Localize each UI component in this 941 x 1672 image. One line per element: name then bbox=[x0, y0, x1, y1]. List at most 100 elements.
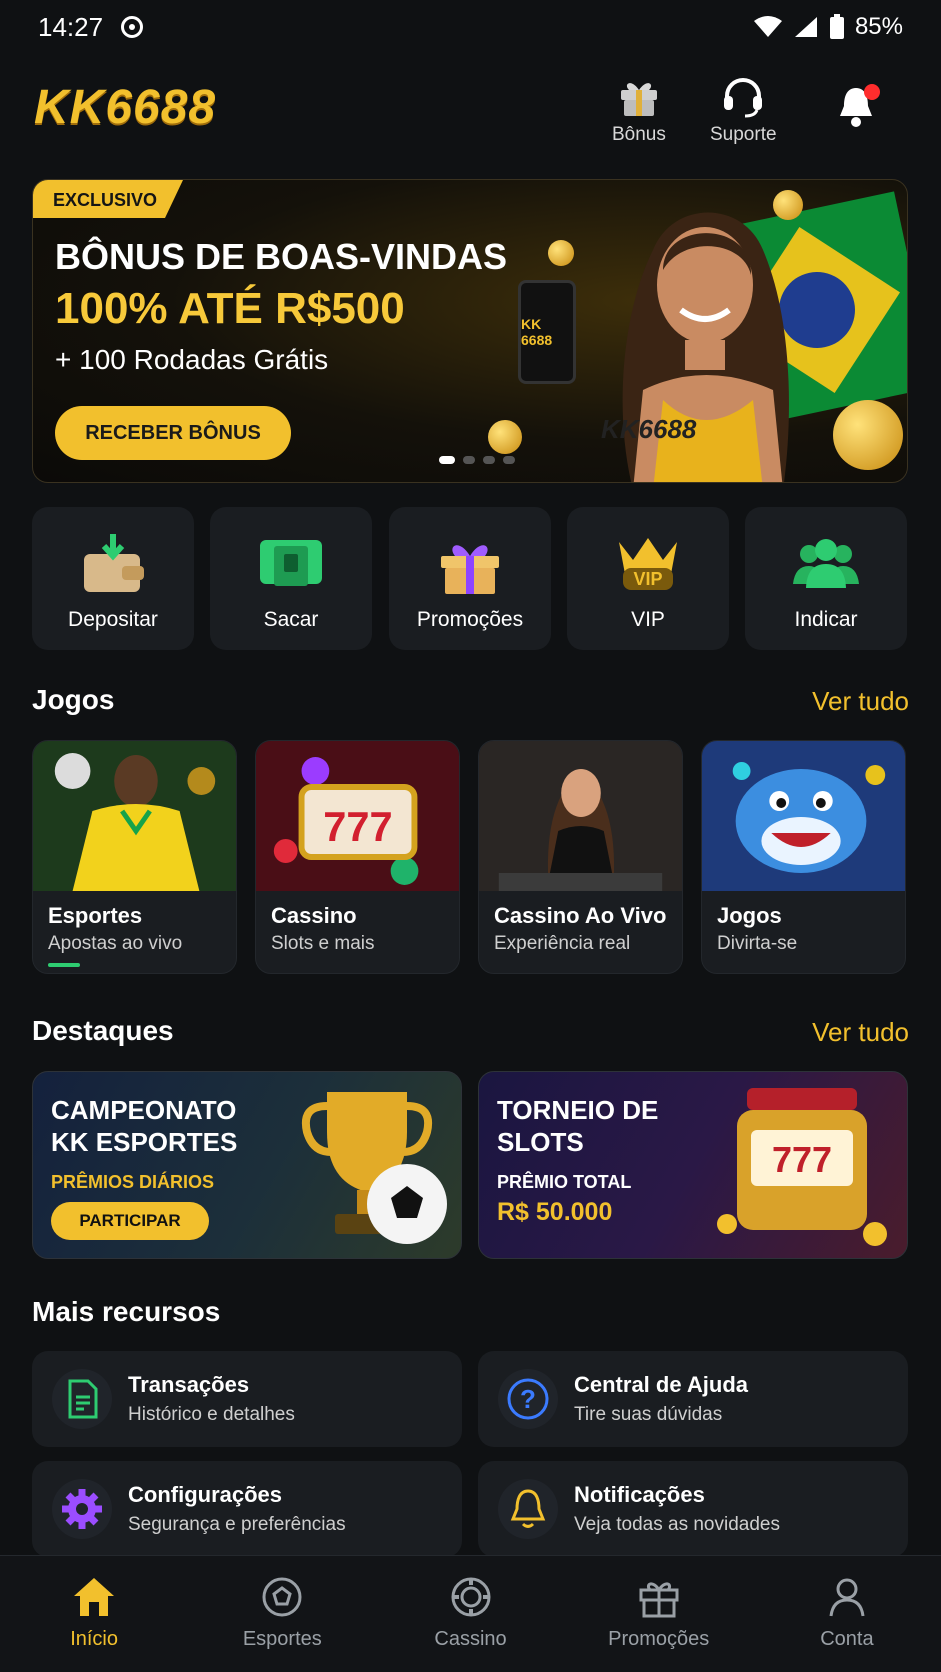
wifi-icon bbox=[753, 16, 782, 37]
game-card-subtitle: Divirta-se bbox=[717, 933, 798, 954]
nav-sports[interactable]: Esportes bbox=[188, 1556, 376, 1672]
bonus-label: Bônus bbox=[612, 124, 666, 145]
brand-logo[interactable]: KK6688 bbox=[34, 80, 216, 135]
support-button[interactable]: Suporte bbox=[710, 76, 777, 146]
svg-text:?: ? bbox=[520, 1384, 536, 1414]
quick-action-label: Promoções bbox=[416, 608, 524, 631]
quick-action-deposit[interactable]: Depositar bbox=[32, 507, 194, 650]
game-card-sports[interactable]: Esportes Apostas ao vivo bbox=[32, 740, 237, 974]
cash-withdraw-icon bbox=[260, 540, 322, 586]
wallet-download-icon bbox=[84, 534, 144, 592]
nav-home[interactable]: Início bbox=[0, 1556, 188, 1672]
resource-subtitle: Histórico e detalhes bbox=[128, 1404, 295, 1425]
claim-bonus-button[interactable]: RECEBER BÔNUS bbox=[55, 406, 291, 460]
more-section-title: Mais recursos bbox=[32, 1296, 221, 1327]
signal-icon bbox=[794, 17, 817, 37]
battery-icon bbox=[829, 14, 844, 39]
hero-title: BÔNUS DE BOAS-VINDAS bbox=[55, 236, 508, 277]
resource-notifications[interactable]: Notificações Veja todas as novidades bbox=[478, 1461, 908, 1557]
resource-subtitle: Tire suas dúvidas bbox=[574, 1404, 723, 1425]
game-card-title: Cassino Ao Vivo bbox=[494, 903, 667, 928]
trophy-ball-image bbox=[302, 1092, 447, 1244]
bottom-navigation: Início Esportes Cassino Promoções Conta bbox=[0, 1555, 941, 1672]
nav-label: Esportes bbox=[242, 1628, 322, 1650]
shirt-logo: KK6688 bbox=[601, 414, 697, 444]
carousel-dot[interactable] bbox=[503, 456, 515, 464]
carousel-dot[interactable] bbox=[483, 456, 495, 464]
resource-title: Configurações bbox=[128, 1482, 283, 1507]
prize-amount: R$ 50.000 bbox=[497, 1198, 613, 1226]
carousel-dot[interactable] bbox=[439, 456, 455, 464]
phone-mockup-image: KK 6688 bbox=[518, 280, 576, 384]
golden-slot-machine-image: 777 bbox=[717, 1088, 887, 1246]
nav-label: Conta bbox=[820, 1628, 874, 1650]
resource-settings[interactable]: Configurações Segurança e preferências bbox=[32, 1461, 462, 1557]
quick-action-vip[interactable]: VIP VIP bbox=[567, 507, 729, 650]
quick-action-promotions[interactable]: Promoções bbox=[389, 507, 551, 650]
svg-text:VIP: VIP bbox=[633, 569, 662, 589]
resource-title: Transações bbox=[128, 1372, 250, 1397]
quick-action-refer[interactable]: Indicar bbox=[745, 507, 907, 650]
feature-card-sports-championship[interactable]: CAMPEONATO KK ESPORTES PRÊMIOS DIÁRIOS P… bbox=[32, 1071, 462, 1259]
notification-dot bbox=[864, 84, 880, 100]
active-indicator bbox=[48, 963, 80, 967]
hero-subtitle: + 100 Rodadas Grátis bbox=[55, 344, 329, 375]
resource-title: Central de Ajuda bbox=[574, 1372, 748, 1397]
nav-account[interactable]: Conta bbox=[753, 1556, 941, 1672]
game-card-games[interactable]: Jogos Divirta-se bbox=[701, 740, 906, 974]
sports-player-image bbox=[33, 741, 236, 891]
games-section-title: Jogos bbox=[32, 684, 115, 715]
feature-title-line: CAMPEONATO bbox=[51, 1095, 237, 1125]
record-icon bbox=[121, 16, 144, 38]
document-icon bbox=[52, 1369, 112, 1429]
coin-decoration bbox=[488, 420, 522, 454]
quick-action-label: VIP bbox=[631, 608, 665, 631]
notifications-button[interactable] bbox=[836, 84, 880, 128]
svg-text:777: 777 bbox=[323, 803, 392, 850]
soccer-ball-icon bbox=[262, 1577, 302, 1617]
status-bar: 14:27 85% bbox=[0, 0, 941, 54]
games-see-all-link[interactable]: Ver tudo bbox=[812, 686, 909, 717]
gift-icon bbox=[620, 83, 657, 116]
feature-card-slots-tournament[interactable]: 777 TORNEIO DE SLOTS PRÊMIO TOTAL R$ 50.… bbox=[478, 1071, 908, 1259]
help-icon: ? bbox=[498, 1369, 558, 1429]
gear-icon bbox=[52, 1479, 112, 1539]
nav-label: Cassino bbox=[434, 1628, 507, 1650]
user-icon bbox=[829, 1578, 865, 1617]
resource-subtitle: Segurança e preferências bbox=[128, 1514, 346, 1535]
game-card-casino[interactable]: 777 Cassino Slots e mais bbox=[255, 740, 460, 974]
app-header: KK6688 Bônus Suporte bbox=[0, 70, 941, 160]
carousel-dot[interactable] bbox=[463, 456, 475, 464]
quick-action-withdraw[interactable]: Sacar bbox=[210, 507, 372, 650]
carousel-indicator[interactable] bbox=[439, 456, 515, 464]
feature-card-title: CAMPEONATO KK ESPORTES bbox=[51, 1094, 237, 1158]
battery-level: 85% bbox=[854, 13, 903, 40]
welcome-bonus-banner[interactable]: KK 6688 KK6688 EXCLUSIVO BÔNUS DE BOAS-V… bbox=[32, 179, 908, 483]
game-card-title: Esportes bbox=[48, 903, 143, 928]
participate-button[interactable]: PARTICIPAR bbox=[51, 1202, 209, 1240]
svg-text:777: 777 bbox=[772, 1139, 832, 1180]
slot-machine-image: 777 bbox=[256, 741, 459, 891]
exclusive-tag: EXCLUSIVO bbox=[33, 180, 183, 218]
game-card-title: Jogos bbox=[717, 903, 782, 928]
nav-casino[interactable]: Cassino bbox=[376, 1556, 564, 1672]
shark-game-image bbox=[702, 741, 905, 891]
nav-promotions[interactable]: Promoções bbox=[565, 1556, 753, 1672]
support-label: Suporte bbox=[710, 124, 777, 145]
feature-card-title: TORNEIO DE SLOTS bbox=[497, 1094, 658, 1158]
highlights-see-all-link[interactable]: Ver tudo bbox=[812, 1017, 909, 1048]
bell-icon bbox=[498, 1479, 558, 1539]
resource-title: Notificações bbox=[574, 1482, 705, 1507]
game-card-live-casino[interactable]: Cassino Ao Vivo Experiência real bbox=[478, 740, 683, 974]
feature-title-line: SLOTS bbox=[497, 1127, 584, 1157]
quick-action-label: Indicar bbox=[794, 608, 858, 631]
bonus-button[interactable]: Bônus bbox=[612, 76, 666, 146]
resource-transactions[interactable]: Transações Histórico e detalhes bbox=[32, 1351, 462, 1447]
highlights-section-title: Destaques bbox=[32, 1015, 174, 1046]
feature-title-line: TORNEIO DE bbox=[497, 1095, 659, 1125]
game-card-subtitle: Experiência real bbox=[494, 933, 631, 954]
nav-label: Início bbox=[70, 1628, 118, 1650]
resource-help-center[interactable]: ? Central de Ajuda Tire suas dúvidas bbox=[478, 1351, 908, 1447]
vip-crown-icon: VIP bbox=[619, 538, 677, 590]
users-group-icon bbox=[793, 539, 859, 588]
